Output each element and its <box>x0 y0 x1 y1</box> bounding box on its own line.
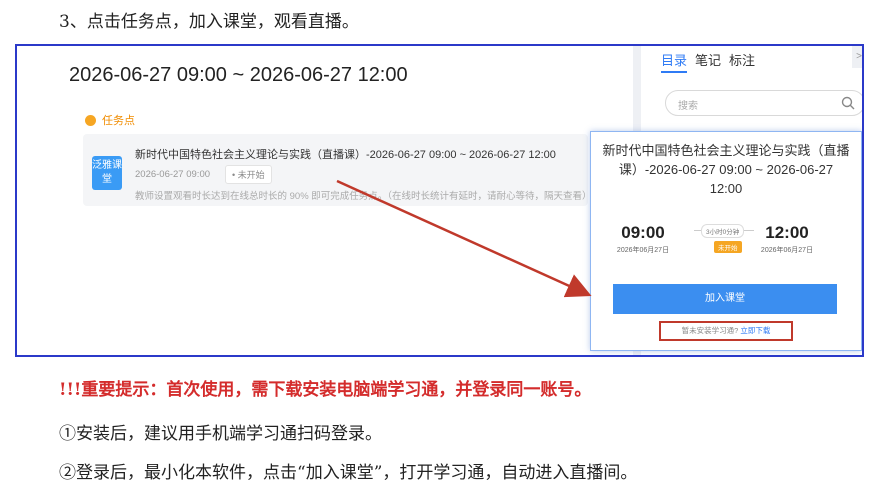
screenshot-frame: 2026-06-27 09:00 ~ 2026-06-27 12:00 任务点 … <box>15 44 864 357</box>
note-login: ②登录后，最小化本软件，点击“加入课堂”，打开学习通，自动进入直播间。 <box>59 463 638 483</box>
important-notice: !!!重要提示：首次使用，需下载安装电脑端学习通，并登录同一账号。 <box>59 380 592 400</box>
note-install: ①安装后，建议用手机端学习通扫码登录。 <box>59 424 382 444</box>
step-heading: 3、点击任务点，加入课堂，观看直播。 <box>59 12 359 32</box>
annotation-arrow-icon <box>336 179 592 298</box>
